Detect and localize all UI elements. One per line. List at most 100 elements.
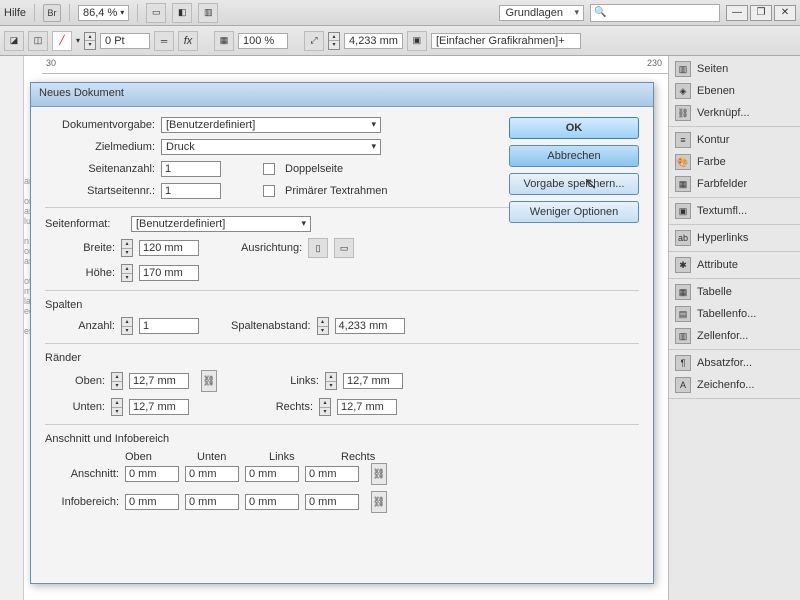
stroke-swatch-icon[interactable]: ◫: [28, 31, 48, 51]
measure-spinner[interactable]: ▴▾: [328, 32, 340, 50]
colcount-input[interactable]: 1: [139, 318, 199, 334]
panel-seiten[interactable]: ▥Seiten: [669, 58, 800, 80]
panel-farbfelder[interactable]: ▦Farbfelder: [669, 173, 800, 195]
transform-icon[interactable]: ⤢: [304, 31, 324, 51]
margin-left-label: Links:: [259, 375, 319, 387]
facing-checkbox[interactable]: [263, 163, 275, 175]
portrait-icon[interactable]: ▯: [308, 238, 328, 258]
close-button[interactable]: ✕: [774, 5, 796, 21]
cancel-button[interactable]: Abbrechen: [509, 145, 639, 167]
slug-right-input[interactable]: 0 mm: [305, 494, 359, 510]
link-slug-icon[interactable]: ⛓: [371, 491, 387, 513]
bleed-right-input[interactable]: 0 mm: [305, 466, 359, 482]
gutter-input[interactable]: 4,233 mm: [335, 318, 405, 334]
primary-frame-checkbox[interactable]: [263, 185, 275, 197]
save-preset-button[interactable]: Vorgabe speichern...: [509, 173, 639, 195]
panel-attribute[interactable]: ✱Attribute: [669, 254, 800, 276]
width-spinner[interactable]: ▴▾: [121, 239, 133, 257]
intent-label: Zielmedium:: [45, 141, 155, 153]
panel-absatzformate[interactable]: ¶Absatzfor...: [669, 352, 800, 374]
search-icon: 🔍: [594, 7, 606, 18]
orientation-label: Ausrichtung:: [241, 242, 302, 254]
pages-icon: ▥: [675, 61, 691, 77]
width-label: Breite:: [45, 242, 115, 254]
gutter-spinner[interactable]: ▴▾: [317, 317, 329, 335]
panel-hyperlinks[interactable]: abHyperlinks: [669, 227, 800, 249]
link-bleed-icon[interactable]: ⛓: [371, 463, 387, 485]
margin-right-input[interactable]: 12,7 mm: [337, 399, 397, 415]
screen-mode-icon[interactable]: ◧: [172, 3, 192, 23]
opacity-field[interactable]: 100 %: [238, 33, 288, 49]
margin-top-spinner[interactable]: ▴▾: [111, 372, 123, 390]
slug-top-input[interactable]: 0 mm: [125, 494, 179, 510]
panel-ebenen[interactable]: ◈Ebenen: [669, 80, 800, 102]
margin-bottom-spinner[interactable]: ▴▾: [111, 398, 123, 416]
width-input[interactable]: 120 mm: [139, 240, 199, 256]
maximize-button[interactable]: ❐: [750, 5, 772, 21]
landscape-icon[interactable]: ▭: [334, 238, 354, 258]
panel-tabelle[interactable]: ▦Tabelle: [669, 281, 800, 303]
layers-icon: ◈: [675, 83, 691, 99]
margin-right-spinner[interactable]: ▴▾: [319, 398, 331, 416]
fill-swatch-icon[interactable]: ◪: [4, 31, 24, 51]
height-input[interactable]: 170 mm: [139, 265, 199, 281]
pages-label: Seitenanzahl:: [45, 163, 155, 175]
panel-zellenformate[interactable]: ▥Zellenfor...: [669, 325, 800, 347]
ok-button[interactable]: OK: [509, 117, 639, 139]
panel-textumfluss[interactable]: ▣Textumfl...: [669, 200, 800, 222]
bleed-bottom-input[interactable]: 0 mm: [185, 466, 239, 482]
panel-kontur[interactable]: ≡Kontur: [669, 129, 800, 151]
app-topbar: Hilfe Br 86,4 % ▾ ▭ ◧ ▥ Grundlagen 🔍 — ❐…: [0, 0, 800, 26]
frame-icon[interactable]: ▣: [407, 31, 427, 51]
primary-frame-label: Primärer Textrahmen: [285, 185, 388, 197]
new-document-dialog: Neues Dokument OK Abbrechen Vorgabe spei…: [30, 82, 654, 584]
preset-select[interactable]: [Benutzerdefiniert]: [161, 117, 381, 133]
slug-left-input[interactable]: 0 mm: [245, 494, 299, 510]
search-input[interactable]: 🔍: [590, 4, 720, 22]
stroke-weight-field[interactable]: 0 Pt: [100, 33, 150, 49]
slug-bottom-input[interactable]: 0 mm: [185, 494, 239, 510]
arrange-icon[interactable]: ▥: [198, 3, 218, 23]
hdr-bottom: Unten: [197, 451, 269, 463]
bridge-icon[interactable]: Br: [43, 4, 61, 22]
object-style-field[interactable]: [Einfacher Grafikrahmen]+: [431, 33, 581, 49]
effects-icon[interactable]: fx: [178, 31, 198, 51]
startpage-label: Startseitennr.:: [45, 185, 155, 197]
bleed-left-input[interactable]: 0 mm: [245, 466, 299, 482]
measure-field[interactable]: 4,233 mm: [344, 33, 403, 49]
hdr-top: Oben: [125, 451, 197, 463]
columns-section-label: Spalten: [45, 299, 639, 311]
opacity-icon[interactable]: ▦: [214, 31, 234, 51]
stroke-spinner[interactable]: ▴▾: [84, 32, 96, 50]
panel-farbe[interactable]: 🎨Farbe: [669, 151, 800, 173]
stroke-style-icon[interactable]: ═: [154, 31, 174, 51]
colcount-spinner[interactable]: ▴▾: [121, 317, 133, 335]
bleed-top-input[interactable]: 0 mm: [125, 466, 179, 482]
link-margins-icon[interactable]: ⛓: [201, 370, 217, 392]
stroke-icon: ≡: [675, 132, 691, 148]
pagesize-select[interactable]: [Benutzerdefiniert]: [131, 216, 311, 232]
panel-verknuepfungen[interactable]: ⛓Verknüpf...: [669, 102, 800, 124]
no-fill-icon[interactable]: ╱: [52, 31, 72, 51]
startpage-input[interactable]: 1: [161, 183, 221, 199]
margin-left-input[interactable]: 12,7 mm: [343, 373, 403, 389]
margin-left-spinner[interactable]: ▴▾: [325, 372, 337, 390]
workspace-dropdown[interactable]: Grundlagen: [499, 5, 585, 21]
panel-zeichenformate[interactable]: AZeichenfo...: [669, 374, 800, 396]
help-menu[interactable]: Hilfe: [4, 7, 26, 19]
margin-bottom-input[interactable]: 12,7 mm: [129, 399, 189, 415]
swatches-icon: ▦: [675, 176, 691, 192]
margin-top-label: Oben:: [45, 375, 105, 387]
view-mode-icon[interactable]: ▭: [146, 3, 166, 23]
intent-select[interactable]: Druck: [161, 139, 381, 155]
slug-label: Infobereich:: [45, 496, 119, 508]
fewer-options-button[interactable]: Weniger Optionen: [509, 201, 639, 223]
height-spinner[interactable]: ▴▾: [121, 264, 133, 282]
margin-top-input[interactable]: 12,7 mm: [129, 373, 189, 389]
minimize-button[interactable]: —: [726, 5, 748, 21]
pages-input[interactable]: 1: [161, 161, 221, 177]
table-icon: ▦: [675, 284, 691, 300]
panel-tabellenformate[interactable]: ▤Tabellenfo...: [669, 303, 800, 325]
zoom-field[interactable]: 86,4 % ▾: [78, 5, 129, 21]
horizontal-ruler: 30 230: [42, 56, 668, 74]
